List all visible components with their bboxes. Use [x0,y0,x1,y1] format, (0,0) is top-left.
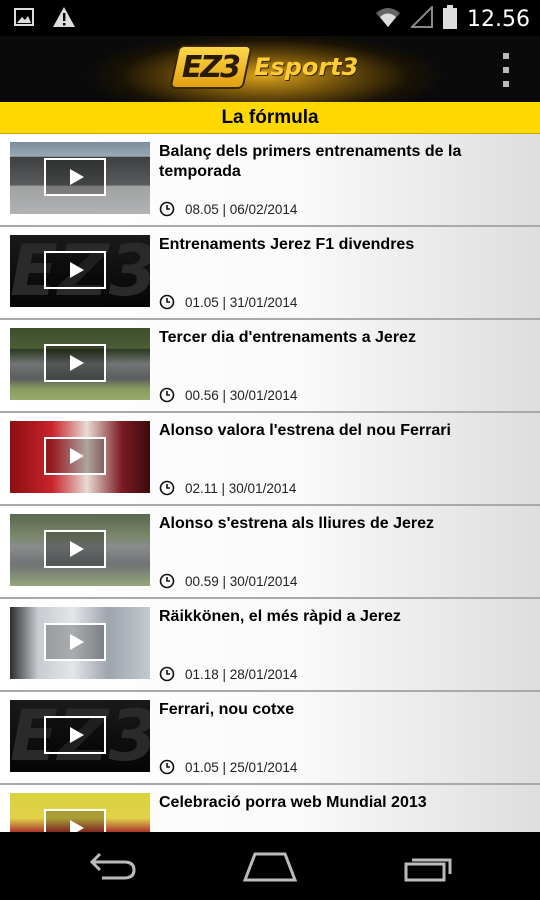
section-title: La fórmula [0,102,540,134]
play-icon[interactable] [44,809,106,832]
overflow-menu-icon[interactable] [500,53,512,87]
video-meta: 08.05 | 06/02/2014 [159,201,297,217]
video-item[interactable]: Alonso s'estrena als lliures de Jerez 00.… [0,506,540,599]
video-thumbnail[interactable] [10,328,150,400]
recent-apps-icon[interactable] [404,854,454,887]
video-title: Räikkönen, el més ràpid a Jerez [159,608,401,625]
clock-icon [159,201,175,217]
video-list[interactable]: Balanç dels primers entrenaments de la t… [0,134,540,832]
clock: 12.56 [467,7,530,32]
wifi-icon [375,6,401,33]
play-icon[interactable] [44,530,106,568]
video-duration-date: 01.18 | 28/01/2014 [185,666,298,682]
video-thumbnail[interactable] [10,514,150,586]
clock-icon [159,387,175,403]
image-icon [14,7,34,32]
video-item[interactable]: Alonso valora l'estrena del nou Ferrari 0… [0,413,540,506]
video-meta: 00.56 | 30/01/2014 [159,387,297,403]
video-title: Alonso s'estrena als lliures de Jerez [159,515,435,532]
video-item[interactable]: Celebració porra web Mundial 2013 [0,785,540,832]
clock-icon [159,294,175,310]
video-duration-date: 00.56 | 30/01/2014 [185,387,298,403]
clock-icon [159,666,175,682]
video-meta: 01.18 | 28/01/2014 [159,666,297,682]
video-thumbnail[interactable] [10,421,150,493]
video-duration-date: 08.05 | 06/02/2014 [185,201,298,217]
video-meta: 00.59 | 30/01/2014 [159,573,297,589]
clock-icon [159,759,175,775]
battery-icon [443,5,458,34]
video-item[interactable]: EZ3 Ferrari, nou cotxe 01.05 | 25/01/2014 [0,692,540,785]
play-icon[interactable] [44,344,106,382]
play-icon[interactable] [44,716,106,754]
app-bar: EZ3 Esport3 [0,36,540,102]
video-item[interactable]: Räikkönen, el més ràpid a Jerez 01.18 | 2… [0,599,540,692]
video-thumbnail[interactable]: EZ3 [10,700,150,772]
video-item[interactable]: Balanç dels primers entrenaments de la t… [0,134,540,227]
video-item[interactable]: Tercer dia d'entrenaments a Jerez 00.56 |… [0,320,540,413]
navigation-bar [0,832,540,900]
video-title: Tercer dia d'entrenaments a Jerez [159,329,416,346]
video-thumbnail[interactable]: EZ3 [10,235,150,307]
video-thumbnail[interactable] [10,142,150,214]
video-item[interactable]: EZ3 Entrenaments Jerez F1 divendres 01.05 … [0,227,540,320]
video-title: Ferrari, nou cotxe [159,701,295,718]
video-title: Entrenaments Jerez F1 divendres [159,236,415,253]
back-icon[interactable] [88,850,136,887]
play-icon[interactable] [44,251,106,289]
video-duration-date: 01.05 | 25/01/2014 [185,759,298,775]
signal-icon [409,4,434,33]
play-icon[interactable] [44,437,106,475]
clock-icon [159,480,175,496]
logo-text: Esport3 [254,53,359,81]
video-meta: 01.05 | 31/01/2014 [159,294,297,310]
warning-icon [52,6,76,33]
video-thumbnail[interactable] [10,607,150,679]
video-title: Alonso valora l'estrena del nou Ferrari [159,422,451,439]
video-duration-date: 00.59 | 30/01/2014 [185,573,298,589]
clock-icon [159,573,175,589]
status-bar: 12.56 [0,0,540,36]
video-thumbnail[interactable] [10,793,150,832]
video-duration-date: 02.11 | 30/01/2014 [185,480,297,496]
logo-badge: EZ3 [169,45,253,89]
video-meta: 02.11 | 30/01/2014 [159,480,296,496]
video-title: Celebració porra web Mundial 2013 [159,794,427,811]
play-icon[interactable] [44,623,106,661]
esport3-logo: EZ3 Esport3 [169,45,359,89]
home-icon[interactable] [242,852,298,887]
video-meta: 01.05 | 25/01/2014 [159,759,297,775]
video-duration-date: 01.05 | 31/01/2014 [185,294,298,310]
play-icon[interactable] [44,158,106,196]
video-title: Balanç dels primers entrenaments de la t… [159,143,462,180]
